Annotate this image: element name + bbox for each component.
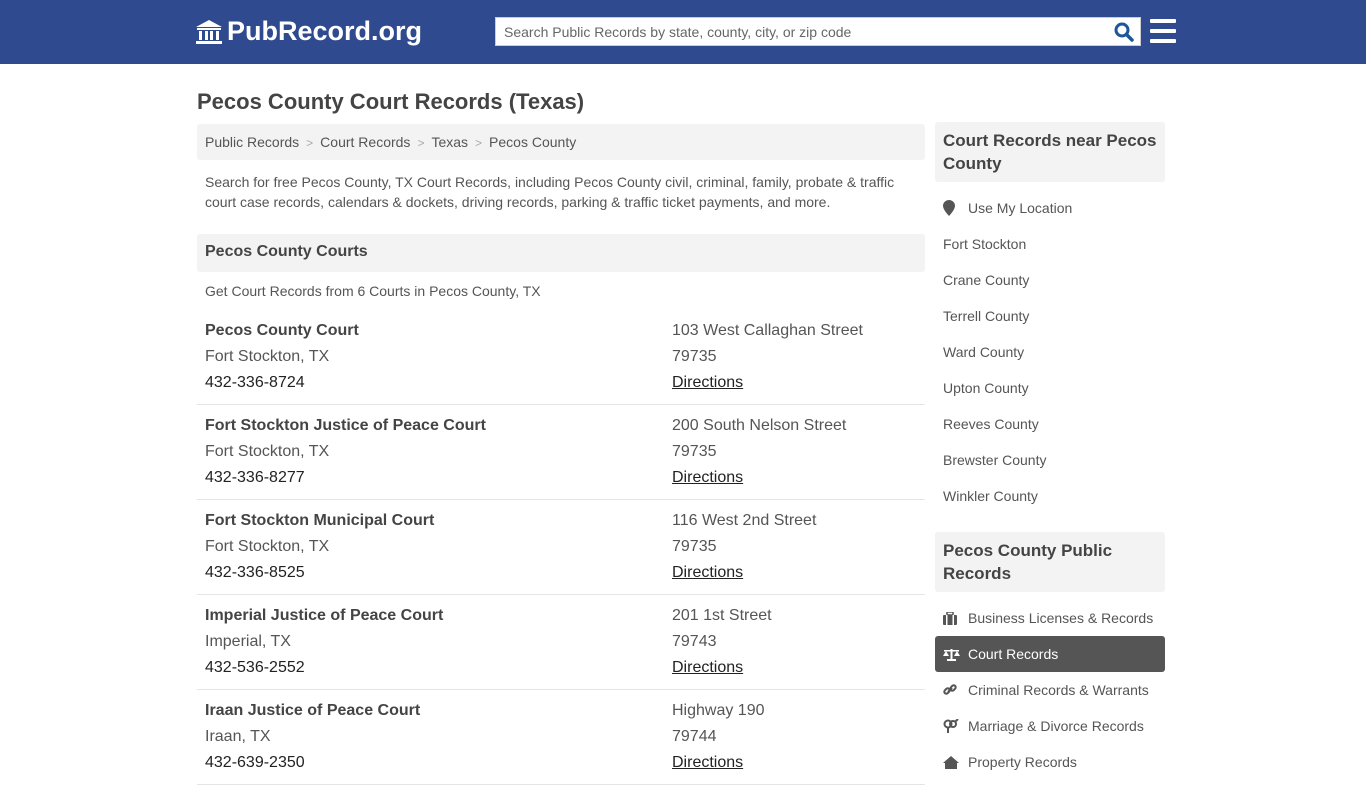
link-label: Criminal Records & Warrants — [968, 682, 1149, 698]
court-street: 103 West Callaghan Street — [672, 322, 863, 339]
court-phone[interactable]: 432-336-8525 — [205, 560, 672, 586]
public-records-link[interactable]: Court Records — [935, 636, 1165, 672]
court-phone[interactable]: 432-336-8277 — [205, 465, 672, 491]
link-label: Marriage & Divorce Records — [968, 718, 1144, 734]
court-zip: 79735 — [672, 348, 717, 365]
nearby-link[interactable]: Brewster County — [935, 442, 1165, 478]
nearby-heading: Court Records near Pecos County — [935, 122, 1165, 182]
nearby-link[interactable]: Fort Stockton — [935, 226, 1165, 262]
court-city: Fort Stockton, TX — [205, 348, 330, 365]
nearby-link[interactable]: Reeves County — [935, 406, 1165, 442]
court-row: Imperial Justice of Peace Court Imperial… — [197, 595, 925, 690]
section-heading: Pecos County Courts — [197, 234, 925, 272]
public-records-link[interactable]: Marriage & Divorce Records — [935, 708, 1165, 744]
court-name: Pecos County Court — [205, 322, 359, 339]
public-records-heading: Pecos County Public Records — [935, 532, 1165, 592]
nearby-link[interactable]: Terrell County — [935, 298, 1165, 334]
breadcrumb-current: Pecos County — [489, 134, 577, 150]
court-city: Imperial, TX — [205, 633, 291, 650]
nearby-list: Use My Location Fort Stockton Crane Count… — [935, 182, 1165, 532]
directions-link[interactable]: Directions — [672, 374, 743, 391]
court-city: Fort Stockton, TX — [205, 443, 330, 460]
court-name: Iraan Justice of Peace Court — [205, 702, 421, 719]
chevron-right-icon: > — [417, 136, 425, 150]
court-zip: 79735 — [672, 443, 717, 460]
court-street: 116 West 2nd Street — [672, 512, 817, 529]
court-street: Highway 190 — [672, 702, 765, 719]
court-row: Fort Stockton Justice of Peace Court For… — [197, 405, 925, 500]
logo-text: PubRecord.org — [227, 16, 423, 46]
court-street: 200 South Nelson Street — [672, 417, 847, 434]
court-phone[interactable]: 432-536-2552 — [205, 655, 672, 681]
courthouse-icon — [196, 19, 222, 44]
use-my-location-button[interactable]: Use My Location — [935, 190, 1165, 226]
chevron-right-icon: > — [306, 136, 314, 150]
breadcrumb-court-records[interactable]: Court Records — [320, 134, 410, 150]
intro-text: Search for free Pecos County, TX Court R… — [205, 174, 895, 210]
public-records-link[interactable]: Criminal Records & Warrants — [935, 672, 1165, 708]
logo[interactable]: PubRecord.org — [195, 16, 422, 47]
court-street: 201 1st Street — [672, 607, 772, 624]
directions-link[interactable]: Directions — [672, 659, 743, 676]
breadcrumb-public-records[interactable]: Public Records — [205, 134, 299, 150]
public-records-list: Business Licenses & Records Court Records… — [935, 592, 1165, 798]
link-label: Court Records — [968, 646, 1059, 662]
use-location-label: Use My Location — [968, 200, 1073, 216]
briefcase-icon — [943, 611, 968, 625]
court-row: Fort Stockton Municipal Court Fort Stock… — [197, 500, 925, 595]
main-content: Public Records > Court Records > Texas > Pecos… — [197, 124, 925, 785]
page-title: Pecos County Court Records (Texas) — [197, 89, 585, 114]
directions-link[interactable]: Directions — [672, 754, 743, 771]
courts-count-text: Get Court Records from 6 Courts in Pecos… — [205, 283, 541, 299]
sidebar: Court Records near Pecos County Use My L… — [935, 122, 1165, 798]
top-navbar: PubRecord.org — [0, 0, 1366, 64]
map-marker-icon — [943, 200, 955, 216]
court-row: Iraan Justice of Peace Court Iraan, TX 4… — [197, 690, 925, 785]
court-phone[interactable]: 432-639-2350 — [205, 750, 672, 776]
link-label: Business Licenses & Records — [968, 610, 1154, 626]
court-name: Imperial Justice of Peace Court — [205, 607, 444, 624]
directions-link[interactable]: Directions — [672, 469, 743, 486]
nearby-link[interactable]: Winkler County — [935, 478, 1165, 514]
nearby-link[interactable]: Crane County — [935, 262, 1165, 298]
search-input[interactable] — [496, 18, 1096, 45]
venus-mars-icon — [943, 719, 968, 733]
court-zip: 79735 — [672, 538, 717, 555]
chevron-right-icon: > — [475, 136, 483, 150]
court-name: Fort Stockton Justice of Peace Court — [205, 417, 486, 434]
court-zip: 79743 — [672, 633, 717, 650]
breadcrumb: Public Records > Court Records > Texas > Pecos… — [197, 124, 925, 160]
public-records-link[interactable]: Property Records — [935, 744, 1165, 780]
court-phone[interactable]: 432-336-8724 — [205, 370, 672, 396]
search-box — [495, 17, 1141, 46]
court-row: Pecos County Court Fort Stockton, TX 432… — [197, 310, 925, 405]
scales-icon — [943, 648, 968, 661]
courts-list: Pecos County Court Fort Stockton, TX 432… — [197, 310, 925, 785]
search-button[interactable] — [1114, 22, 1134, 47]
nearby-link[interactable]: Ward County — [935, 334, 1165, 370]
home-icon — [943, 755, 968, 769]
public-records-link[interactable]: Business Licenses & Records — [935, 600, 1165, 636]
court-city: Fort Stockton, TX — [205, 538, 330, 555]
breadcrumb-texas[interactable]: Texas — [431, 134, 468, 150]
link-icon — [943, 683, 968, 697]
court-name: Fort Stockton Municipal Court — [205, 512, 435, 529]
hamburger-menu-icon[interactable] — [1150, 19, 1176, 43]
court-city: Iraan, TX — [205, 728, 271, 745]
search-icon — [1114, 22, 1134, 42]
nearby-link[interactable]: Upton County — [935, 370, 1165, 406]
court-zip: 79744 — [672, 728, 717, 745]
directions-link[interactable]: Directions — [672, 564, 743, 581]
